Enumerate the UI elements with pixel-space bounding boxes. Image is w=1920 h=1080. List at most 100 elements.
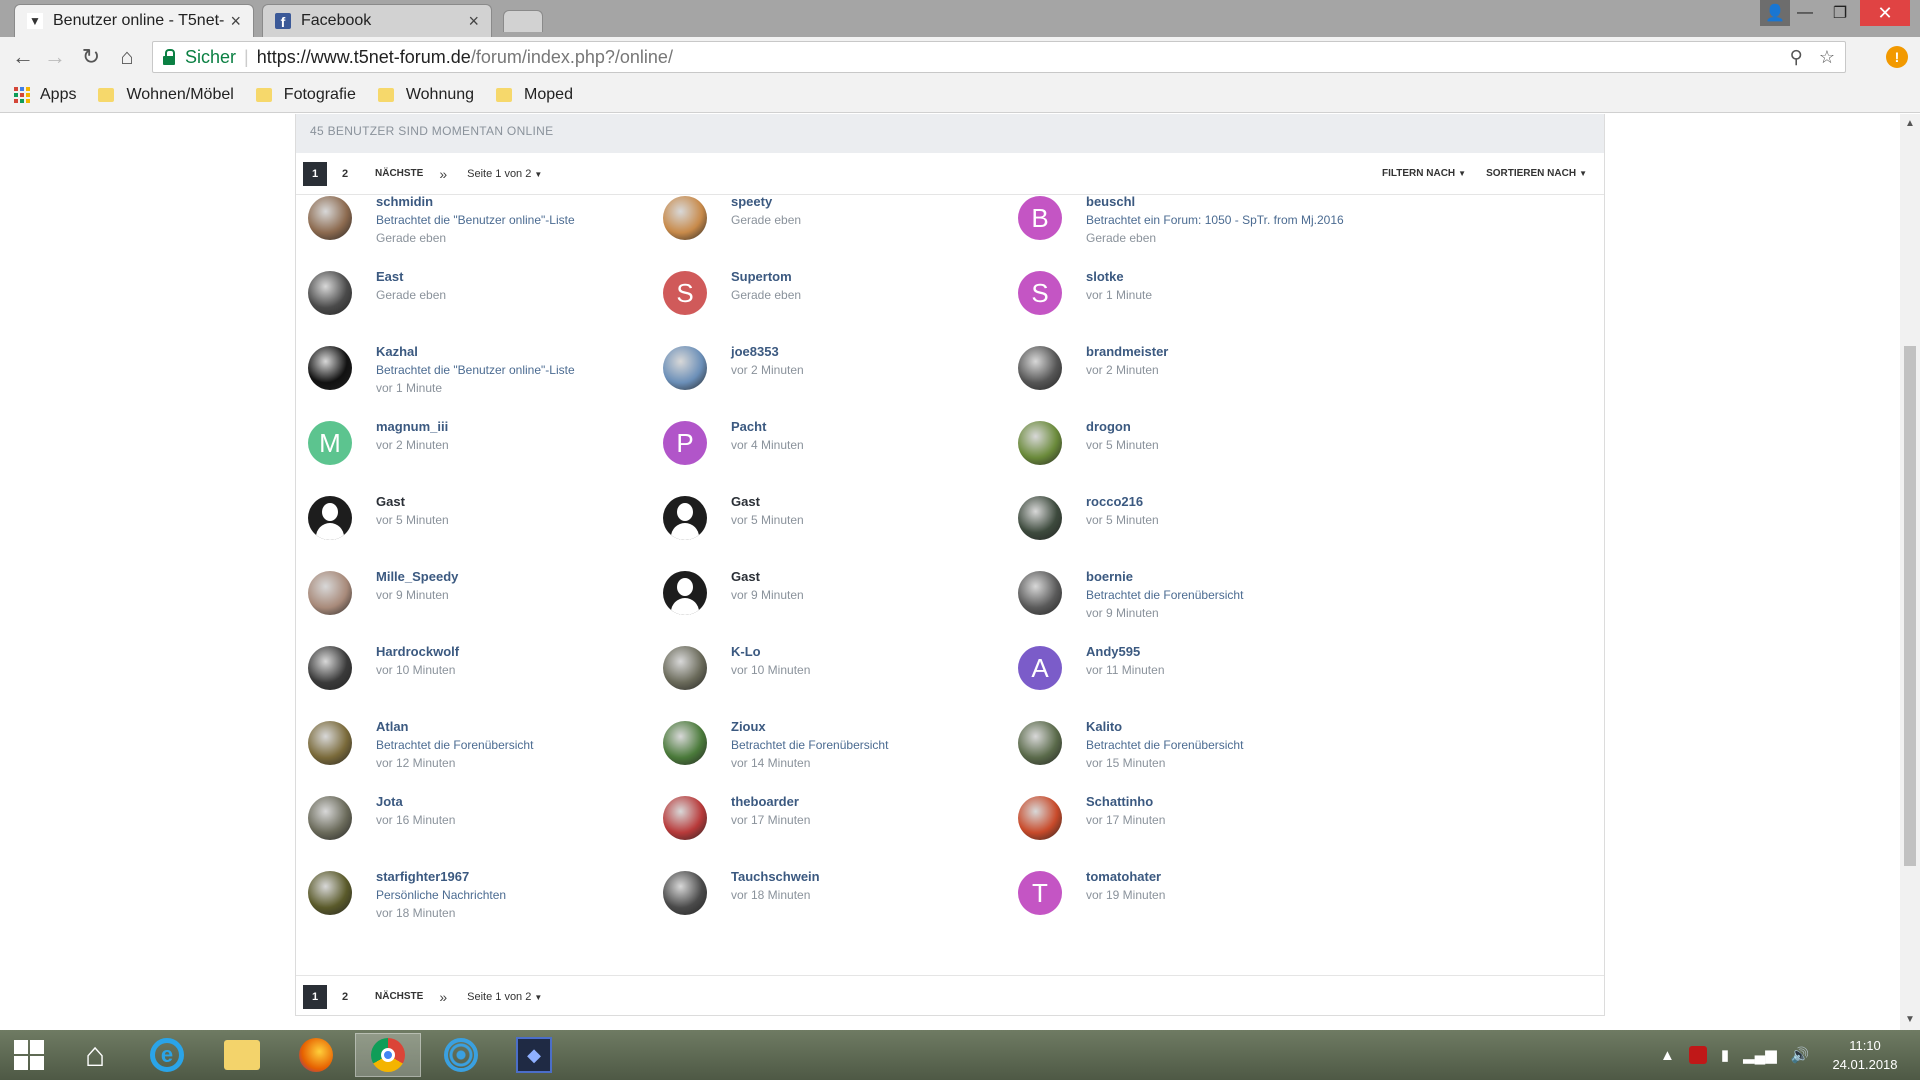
battery-icon[interactable]: ▮ <box>1721 1046 1729 1064</box>
home-icon[interactable]: ⌂ <box>112 42 142 72</box>
taskbar-clock[interactable]: 11:10 24.01.2018 <box>1820 1036 1910 1074</box>
username-link[interactable]: slotke <box>1086 267 1152 286</box>
username-link[interactable]: Jota <box>376 792 455 811</box>
close-tab-icon[interactable]: × <box>468 11 479 32</box>
username-link[interactable]: beuschl <box>1086 192 1344 211</box>
username-link[interactable]: Mille_Speedy <box>376 567 458 586</box>
username-link[interactable]: East <box>376 267 446 286</box>
guest-avatar-icon[interactable] <box>663 571 707 615</box>
letter-avatar[interactable]: T <box>1018 871 1062 915</box>
username-link[interactable]: Tauchschwein <box>731 867 820 886</box>
reload-icon[interactable]: ↻ <box>76 42 106 72</box>
photo-avatar[interactable] <box>308 796 352 840</box>
photo-avatar[interactable] <box>1018 721 1062 765</box>
photo-avatar[interactable] <box>663 796 707 840</box>
address-bar[interactable]: Sicher | https://www.t5net-forum.de /for… <box>152 41 1846 73</box>
page-2-button[interactable]: 2 <box>333 985 357 1009</box>
user-activity-link[interactable]: Betrachtet ein Forum: 1050 - SpTr. from … <box>1086 211 1344 229</box>
username-link[interactable]: tomatohater <box>1086 867 1165 886</box>
letter-avatar[interactable]: P <box>663 421 707 465</box>
page-scrollbar[interactable]: ▲ ▼ <box>1900 114 1920 1030</box>
last-page-icon[interactable]: » <box>439 166 447 182</box>
last-page-icon[interactable]: » <box>439 989 447 1005</box>
guest-avatar-icon[interactable] <box>663 496 707 540</box>
letter-avatar[interactable]: S <box>1018 271 1062 315</box>
taskbar-target-app[interactable] <box>428 1033 494 1077</box>
username-link[interactable]: speety <box>731 192 801 211</box>
username-link[interactable]: Kazhal <box>376 342 575 361</box>
back-icon[interactable]: ← <box>8 42 38 72</box>
user-activity-link[interactable]: Betrachtet die Forenübersicht <box>376 736 533 754</box>
bookmark-fotografie[interactable]: Fotografie <box>255 86 356 104</box>
scroll-up-icon[interactable]: ▲ <box>1900 116 1920 132</box>
next-page-button[interactable]: NÄCHSTE <box>375 168 423 179</box>
bookmark-wohnen-moebel[interactable]: Wohnen/Möbel <box>98 86 234 104</box>
photo-avatar[interactable] <box>308 271 352 315</box>
taskbar-firefox[interactable] <box>283 1033 349 1077</box>
volume-icon[interactable]: 🔊 <box>1791 1046 1810 1064</box>
minimize-icon[interactable]: — <box>1790 0 1820 26</box>
close-window-icon[interactable]: ✕ <box>1860 0 1910 26</box>
next-page-button[interactable]: NÄCHSTE <box>375 991 423 1002</box>
start-button[interactable] <box>0 1033 58 1077</box>
photo-avatar[interactable] <box>308 196 352 240</box>
username-link[interactable]: Schattinho <box>1086 792 1165 811</box>
bookmark-apps[interactable]: Apps <box>14 86 76 104</box>
username-link[interactable]: Kalito <box>1086 717 1243 736</box>
page-1-button[interactable]: 1 <box>303 161 327 186</box>
letter-avatar[interactable]: A <box>1018 646 1062 690</box>
filter-dropdown[interactable]: FILTERN NACH ▼ <box>1382 168 1466 179</box>
username-link[interactable]: rocco216 <box>1086 492 1159 511</box>
page-jump-dropdown[interactable]: Seite 1 von 2 ▼ <box>467 168 542 180</box>
taskbar-explorer[interactable] <box>209 1033 275 1077</box>
page-1-button[interactable]: 1 <box>303 984 327 1009</box>
bookmark-wohnung[interactable]: Wohnung <box>377 86 474 104</box>
extension-alert-icon[interactable]: ! <box>1886 46 1908 68</box>
username-link[interactable]: joe8353 <box>731 342 804 361</box>
username-link[interactable]: drogon <box>1086 417 1159 436</box>
user-activity-link[interactable]: Betrachtet die Forenübersicht <box>1086 736 1243 754</box>
scroll-thumb[interactable] <box>1904 346 1916 866</box>
taskbar-chrome[interactable] <box>355 1033 421 1077</box>
user-activity-link[interactable]: Betrachtet die Forenübersicht <box>1086 586 1243 604</box>
bookmark-star-icon[interactable]: ☆ <box>1819 47 1835 68</box>
letter-avatar[interactable]: S <box>663 271 707 315</box>
username-link[interactable]: Hardrockwolf <box>376 642 459 661</box>
user-activity-link[interactable]: Betrachtet die "Benutzer online"-Liste <box>376 211 575 229</box>
photo-avatar[interactable] <box>308 721 352 765</box>
user-profile-icon[interactable]: 👤 <box>1760 0 1790 26</box>
photo-avatar[interactable] <box>308 646 352 690</box>
username-link[interactable]: brandmeister <box>1086 342 1168 361</box>
photo-avatar[interactable] <box>1018 346 1062 390</box>
photo-avatar[interactable] <box>663 721 707 765</box>
username-link[interactable]: Pacht <box>731 417 804 436</box>
photo-avatar[interactable] <box>1018 571 1062 615</box>
username-link[interactable]: Atlan <box>376 717 533 736</box>
bookmark-moped[interactable]: Moped <box>496 86 573 104</box>
letter-avatar[interactable]: M <box>308 421 352 465</box>
photo-avatar[interactable] <box>1018 421 1062 465</box>
username-link[interactable]: theboarder <box>731 792 810 811</box>
sort-dropdown[interactable]: SORTIEREN NACH ▼ <box>1486 168 1587 179</box>
username-link[interactable]: starfighter1967 <box>376 867 506 886</box>
username-link[interactable]: boernie <box>1086 567 1243 586</box>
username-link[interactable]: magnum_iii <box>376 417 449 436</box>
photo-avatar[interactable] <box>663 871 707 915</box>
photo-avatar[interactable] <box>1018 496 1062 540</box>
photo-avatar[interactable] <box>308 346 352 390</box>
user-activity-link[interactable]: Betrachtet die "Benutzer online"-Liste <box>376 361 575 379</box>
network-icon[interactable]: ▂▄▆ <box>1743 1046 1777 1064</box>
guest-avatar-icon[interactable] <box>308 496 352 540</box>
user-activity-link[interactable]: Persönliche Nachrichten <box>376 886 506 904</box>
photo-avatar[interactable] <box>663 646 707 690</box>
new-tab-button[interactable] <box>503 10 543 32</box>
letter-avatar[interactable]: B <box>1018 196 1062 240</box>
page-jump-dropdown[interactable]: Seite 1 von 2 ▼ <box>467 991 542 1003</box>
taskbar-ie[interactable]: e <box>134 1033 200 1077</box>
username-link[interactable]: Zioux <box>731 717 888 736</box>
photo-avatar[interactable] <box>663 196 707 240</box>
photo-avatar[interactable] <box>308 871 352 915</box>
taskbar-home[interactable]: ⌂ <box>62 1033 128 1077</box>
username-link[interactable]: schmidin <box>376 192 575 211</box>
page-2-button[interactable]: 2 <box>333 162 357 186</box>
